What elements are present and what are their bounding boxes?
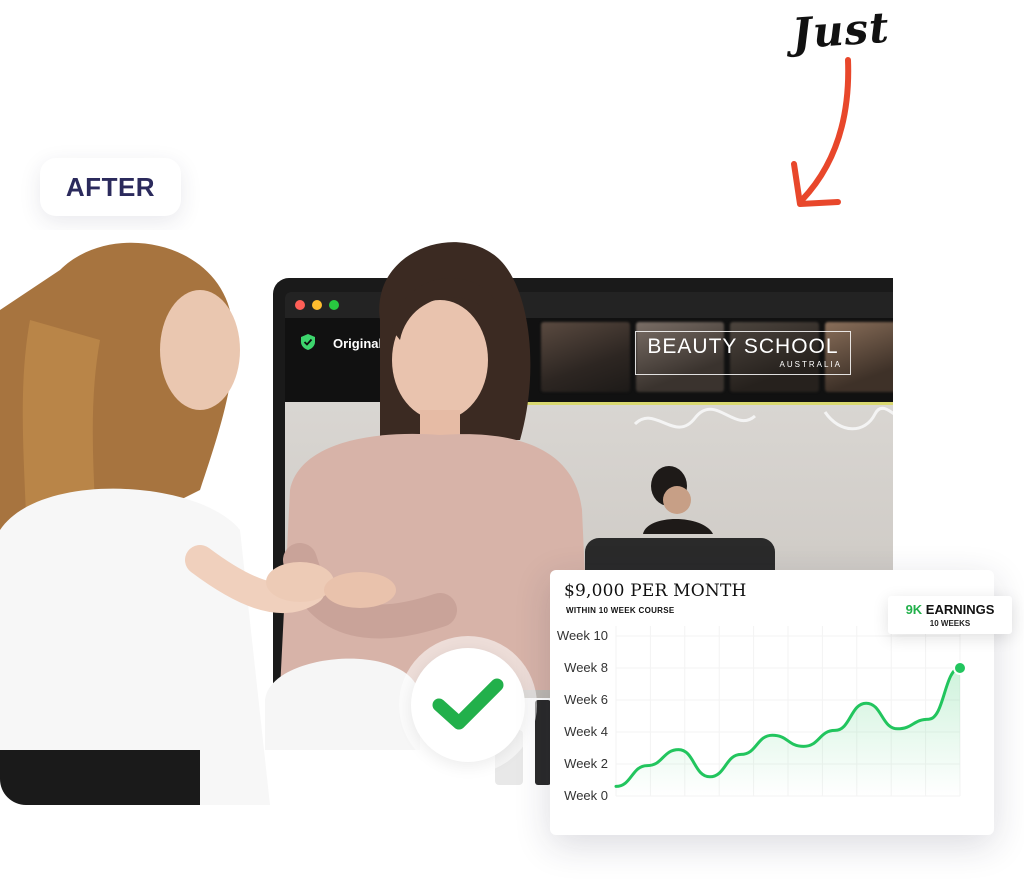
page: Just AFTER Original BEAUTY SCHOOL AUSTRA…: [0, 0, 1024, 888]
success-badge: [399, 636, 537, 774]
card-subtitle: WITHIN 10 WEEK COURSE: [566, 606, 675, 615]
handwritten-annotation: Just: [790, 2, 892, 59]
y-tick-label: Week 2: [564, 756, 608, 771]
callout-rest: EARNINGS: [922, 602, 995, 617]
y-tick-label: Week 4: [564, 724, 608, 739]
after-badge: AFTER: [40, 158, 181, 216]
y-tick-label: Week 8: [564, 660, 608, 675]
card-title: $9,000 PER MONTH: [564, 581, 747, 601]
y-tick-label: Week 6: [564, 692, 608, 707]
callout-label: 9K EARNINGS: [888, 602, 1012, 617]
callout-sublabel: 10 WEEKS: [929, 619, 971, 628]
y-tick-label: Week 10: [557, 628, 608, 643]
earnings-callout: 9K EARNINGS 10 WEEKS: [888, 596, 1012, 634]
checkmark-icon: [432, 678, 504, 730]
y-tick-label: Week 0: [564, 788, 608, 803]
callout-accent: 9K: [905, 602, 923, 617]
curved-arrow-icon: [791, 57, 852, 207]
success-badge-inner: [411, 648, 525, 762]
chart-end-point[interactable]: [953, 661, 967, 675]
